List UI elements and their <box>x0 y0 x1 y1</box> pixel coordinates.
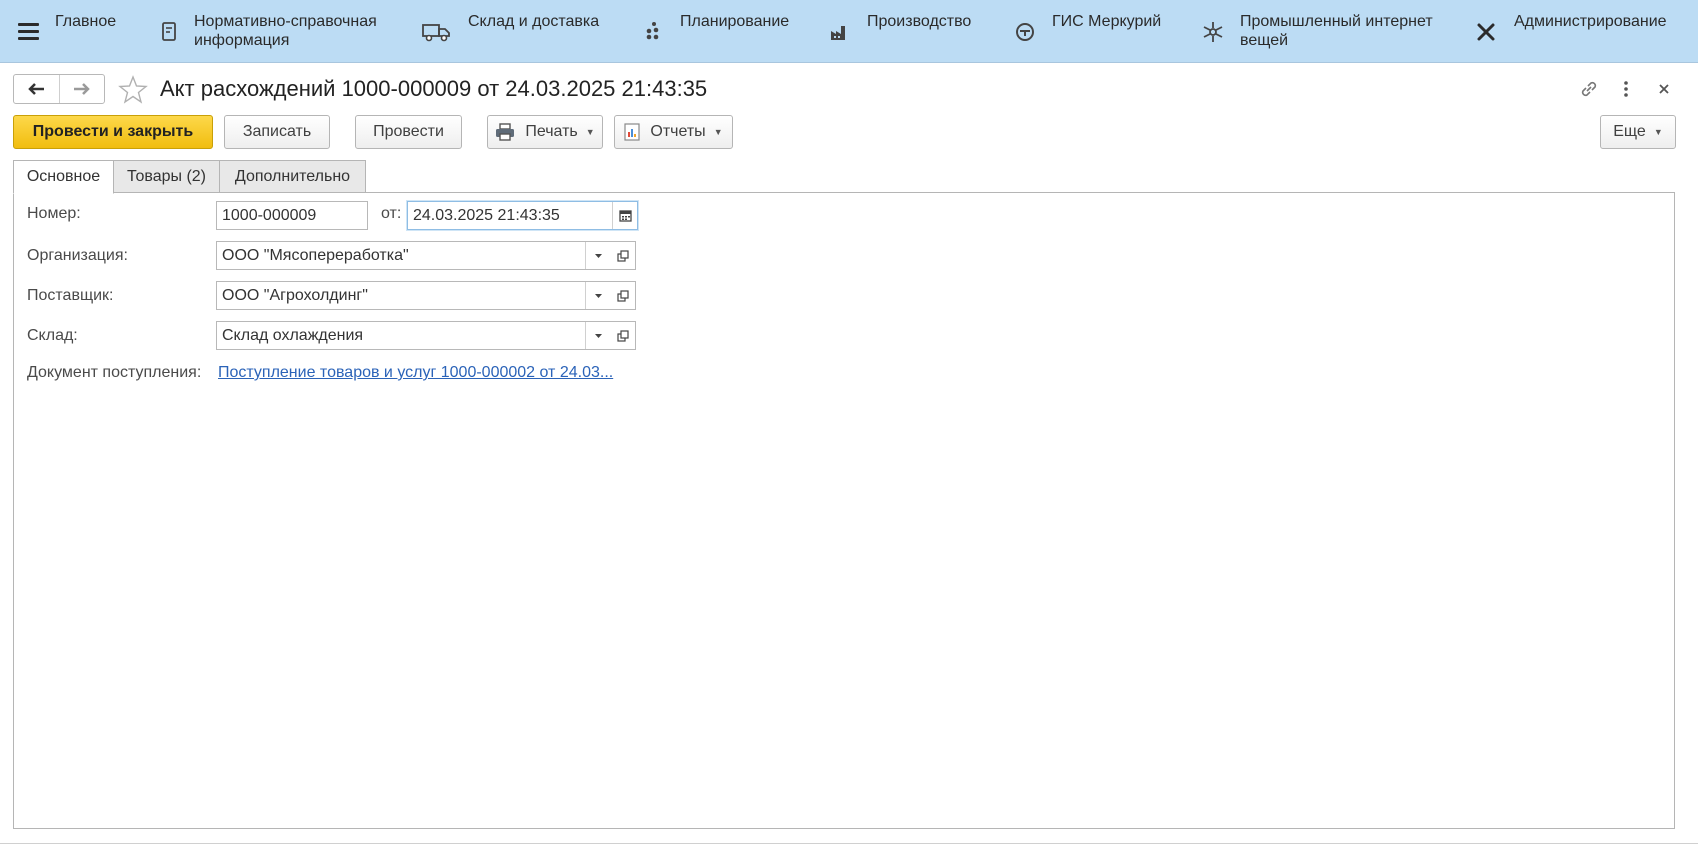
post-and-close-button[interactable]: Провести и закрыть <box>13 115 213 149</box>
organization-value: ООО "Мясопереработка" <box>222 246 409 264</box>
date-field[interactable]: 24.03.2025 21:43:35 <box>407 201 638 230</box>
print-button[interactable]: Печать ▼ <box>487 115 603 149</box>
mercury-icon <box>1016 23 1034 41</box>
post-button[interactable]: Провести <box>355 115 462 149</box>
document-title: Акт расхождений 1000-000009 от 24.03.202… <box>160 76 708 101</box>
section-iiot-label: Промышленный интернет вещей <box>1240 13 1433 49</box>
sections-panel: Главное Нормативно-справочная информация… <box>0 0 1698 63</box>
supplier-field[interactable]: ООО "Агрохолдинг" <box>216 281 611 310</box>
date-label: от: <box>381 205 402 222</box>
section-iiot[interactable]: Промышленный интернет вещей <box>1200 12 1440 56</box>
chevron-down-icon[interactable] <box>585 282 610 309</box>
more-button[interactable]: Еще ▼ <box>1600 115 1676 149</box>
section-warehouse[interactable]: Склад и доставка <box>420 12 620 56</box>
number-field[interactable]: 1000-000009 <box>216 201 368 230</box>
organization-label: Организация: <box>27 247 128 264</box>
star-icon[interactable] <box>117 74 149 106</box>
chevron-down-icon: ▼ <box>585 127 595 137</box>
print-button-label: Печать <box>525 123 578 140</box>
tab-main[interactable]: Основное <box>13 160 114 194</box>
reports-button-label: Отчеты <box>650 123 706 140</box>
back-arrow-icon <box>28 83 45 95</box>
forward-arrow-icon <box>73 83 90 95</box>
history-nav <box>13 74 105 104</box>
section-warehouse-label: Склад и доставка <box>468 13 600 30</box>
number-value: 1000-000009 <box>222 206 317 224</box>
close-icon[interactable] <box>1653 78 1675 100</box>
open-form-icon[interactable] <box>610 281 636 310</box>
receipt-document-link[interactable]: Поступление товаров и услуг 1000-000002 … <box>218 364 613 382</box>
factory-icon <box>831 26 845 40</box>
section-admin-label: Администрирование <box>1514 13 1667 30</box>
calendar-icon[interactable] <box>612 202 637 229</box>
report-icon <box>624 123 640 141</box>
chevron-down-icon[interactable] <box>585 322 610 349</box>
section-planning[interactable]: Планирование <box>640 12 805 56</box>
warehouse-value: Склад охлаждения <box>222 326 364 344</box>
section-production-label: Производство <box>867 13 972 30</box>
open-form-icon[interactable] <box>610 321 636 350</box>
more-button-label: Еще <box>1613 123 1646 140</box>
section-mercury[interactable]: ГИС Меркурий <box>1012 12 1177 56</box>
supplier-label: Поставщик: <box>27 287 114 304</box>
section-production[interactable]: Производство <box>826 12 991 56</box>
supplier-value: ООО "Агрохолдинг" <box>222 286 368 304</box>
more-vert-icon[interactable] <box>1615 78 1637 100</box>
section-planning-label: Планирование <box>680 13 790 30</box>
warehouse-field[interactable]: Склад охлаждения <box>216 321 611 350</box>
organization-field[interactable]: ООО "Мясопереработка" <box>216 241 611 270</box>
link-icon[interactable] <box>1578 78 1600 100</box>
back-button[interactable] <box>14 75 59 103</box>
reports-button[interactable]: Отчеты ▼ <box>614 115 733 149</box>
printer-icon <box>495 123 515 141</box>
forward-button[interactable] <box>58 75 105 103</box>
chevron-down-icon[interactable] <box>585 242 610 269</box>
warehouse-label: Склад: <box>27 327 78 344</box>
tools-icon <box>1477 23 1495 41</box>
status-divider <box>0 843 1698 847</box>
section-main[interactable]: Главное <box>55 12 145 56</box>
number-label: Номер: <box>27 205 81 222</box>
receipt-document-label: Документ поступления: <box>27 364 202 381</box>
chevron-down-icon: ▼ <box>1653 127 1663 137</box>
date-value: 24.03.2025 21:43:35 <box>413 206 560 224</box>
open-form-icon[interactable] <box>610 241 636 270</box>
reference-icon <box>162 22 176 41</box>
section-reference[interactable]: Нормативно-справочная информация <box>155 12 400 56</box>
section-main-label: Главное <box>55 13 117 30</box>
section-reference-label: Нормативно-справочная информация <box>194 13 377 49</box>
section-mercury-label: ГИС Меркурий <box>1052 13 1162 30</box>
menu-icon[interactable] <box>18 23 39 41</box>
iiot-icon <box>1203 22 1223 42</box>
tab-goods[interactable]: Товары (2) <box>113 160 220 193</box>
truck-icon <box>422 24 450 42</box>
save-button[interactable]: Записать <box>224 115 330 149</box>
section-admin[interactable]: Администрирование <box>1474 12 1694 56</box>
chevron-down-icon: ▼ <box>713 127 723 137</box>
planning-icon <box>646 22 659 40</box>
tab-extra[interactable]: Дополнительно <box>219 160 366 193</box>
